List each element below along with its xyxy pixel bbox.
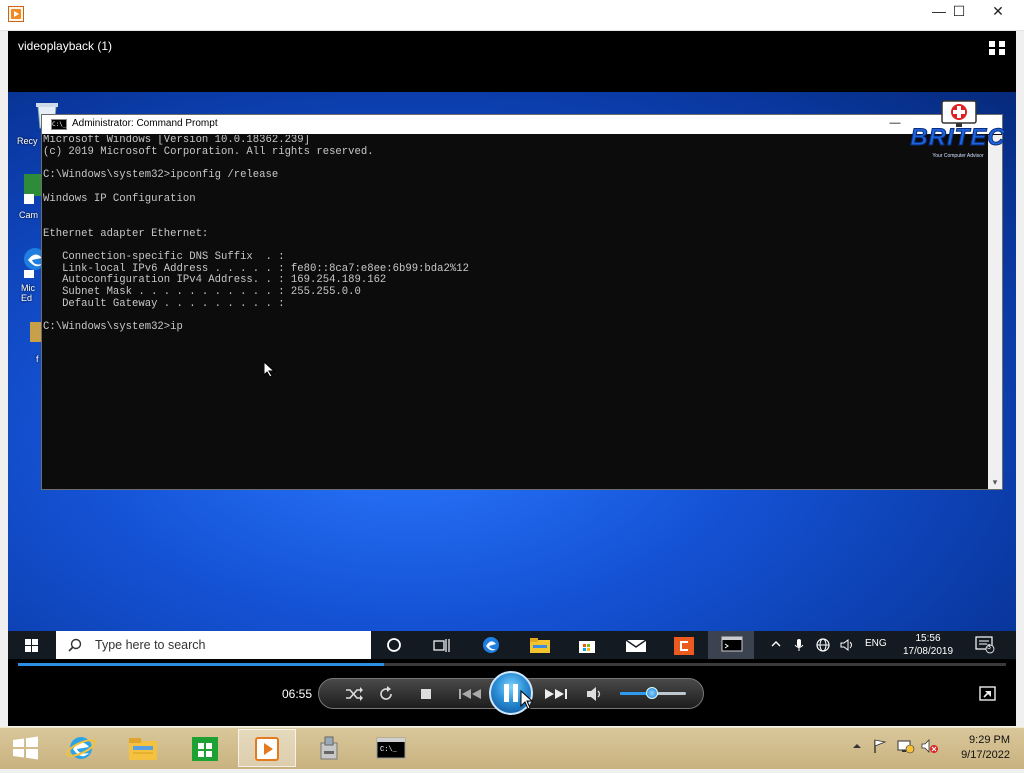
store-icon[interactable] bbox=[176, 729, 234, 767]
file-explorer-icon[interactable] bbox=[114, 729, 172, 767]
logo-tagline: Your Computer Advisor bbox=[932, 153, 984, 159]
start-button[interactable] bbox=[0, 728, 50, 768]
scroll-down-arrow-icon[interactable]: ▾ bbox=[988, 475, 1002, 489]
office-icon bbox=[660, 631, 706, 659]
mail-icon bbox=[612, 631, 658, 659]
task-view-icon bbox=[419, 631, 465, 659]
seek-progress bbox=[18, 663, 384, 666]
action-center-icon bbox=[975, 636, 995, 654]
repeat-button[interactable] bbox=[372, 678, 400, 709]
desktop-icon-label: Mic Ed bbox=[21, 283, 35, 303]
network-globe-icon bbox=[816, 638, 830, 655]
command-prompt-icon: C:\_ bbox=[51, 119, 67, 130]
close-button[interactable]: ✕ bbox=[980, 0, 1016, 24]
mute-button[interactable] bbox=[581, 678, 609, 709]
win10-start-button bbox=[8, 631, 56, 659]
window-title-bar bbox=[0, 0, 1024, 31]
command-prompt-minimize-button[interactable]: — bbox=[885, 115, 905, 134]
console-output: Microsoft Windows [Version 10.0.18362.23… bbox=[43, 135, 469, 334]
cortana-icon bbox=[371, 631, 417, 659]
language-indicator: ENG bbox=[865, 638, 887, 649]
console-scrollbar[interactable]: ▾ bbox=[988, 135, 1002, 489]
elapsed-time: 06:55 bbox=[282, 687, 313, 701]
store-icon bbox=[564, 631, 610, 659]
show-hidden-icons-icon bbox=[770, 638, 782, 653]
previous-button[interactable] bbox=[452, 678, 486, 709]
video-title: videoplayback (1) bbox=[18, 39, 113, 53]
command-prompt-title: Administrator: Command Prompt bbox=[72, 118, 218, 129]
maximize-button[interactable]: ☐ bbox=[942, 0, 976, 24]
clock-date: 9/17/2022 bbox=[961, 749, 1010, 761]
seek-bar[interactable] bbox=[18, 663, 1006, 666]
microphone-icon bbox=[793, 638, 805, 655]
action-center-flag-icon[interactable] bbox=[872, 738, 888, 759]
volume-slider-knob[interactable] bbox=[646, 687, 658, 699]
win10-date: 17/08/2019 bbox=[902, 646, 954, 657]
media-player-icon[interactable] bbox=[238, 729, 296, 767]
switch-to-fullscreen-icon[interactable] bbox=[978, 685, 998, 703]
mouse-cursor-icon bbox=[520, 689, 534, 710]
installer-icon[interactable] bbox=[300, 729, 358, 767]
file-explorer-icon bbox=[516, 631, 562, 659]
edge-icon bbox=[468, 631, 514, 659]
stop-button[interactable] bbox=[412, 678, 440, 709]
internet-explorer-icon[interactable] bbox=[52, 729, 110, 767]
logo-text: BRITEC bbox=[910, 124, 1006, 152]
svg-text:C:\_: C:\_ bbox=[380, 746, 398, 754]
volume-icon bbox=[840, 638, 856, 655]
notification-count-badge: 3 bbox=[987, 644, 991, 651]
show-hidden-icons-icon[interactable] bbox=[852, 738, 862, 756]
win10-search-box: Type here to search bbox=[56, 631, 371, 659]
network-status-icon[interactable] bbox=[897, 738, 915, 759]
desktop-icon-label: Recy bbox=[17, 136, 38, 146]
command-prompt-window[interactable]: C:\_ Administrator: Command Prompt — Mic… bbox=[41, 114, 1003, 490]
system-clock[interactable]: 9:29 PM 9/17/2022 bbox=[944, 733, 1010, 763]
clock-time: 9:29 PM bbox=[969, 734, 1010, 746]
media-player-app-icon[interactable] bbox=[8, 6, 24, 22]
search-icon bbox=[68, 638, 82, 652]
search-placeholder: Type here to search bbox=[95, 638, 206, 652]
desktop-icon-label: Cam bbox=[19, 210, 39, 220]
next-button[interactable] bbox=[538, 678, 572, 709]
command-prompt-icon bbox=[708, 631, 754, 659]
win10-time: 15:56 bbox=[915, 633, 941, 644]
shuffle-button[interactable] bbox=[340, 678, 368, 709]
mouse-cursor-icon bbox=[263, 360, 276, 378]
volume-muted-icon[interactable] bbox=[921, 738, 939, 759]
command-prompt-console[interactable]: Microsoft Windows [Version 10.0.18362.23… bbox=[43, 135, 988, 489]
desktop-icon-label: f bbox=[36, 354, 39, 364]
command-prompt-icon[interactable]: C:\_ bbox=[362, 729, 420, 767]
compact-view-icon[interactable] bbox=[988, 40, 1006, 56]
command-prompt-title-bar[interactable]: C:\_ Administrator: Command Prompt — bbox=[42, 115, 1002, 134]
win10-clock: 15:56 17/08/2019 bbox=[898, 631, 958, 659]
